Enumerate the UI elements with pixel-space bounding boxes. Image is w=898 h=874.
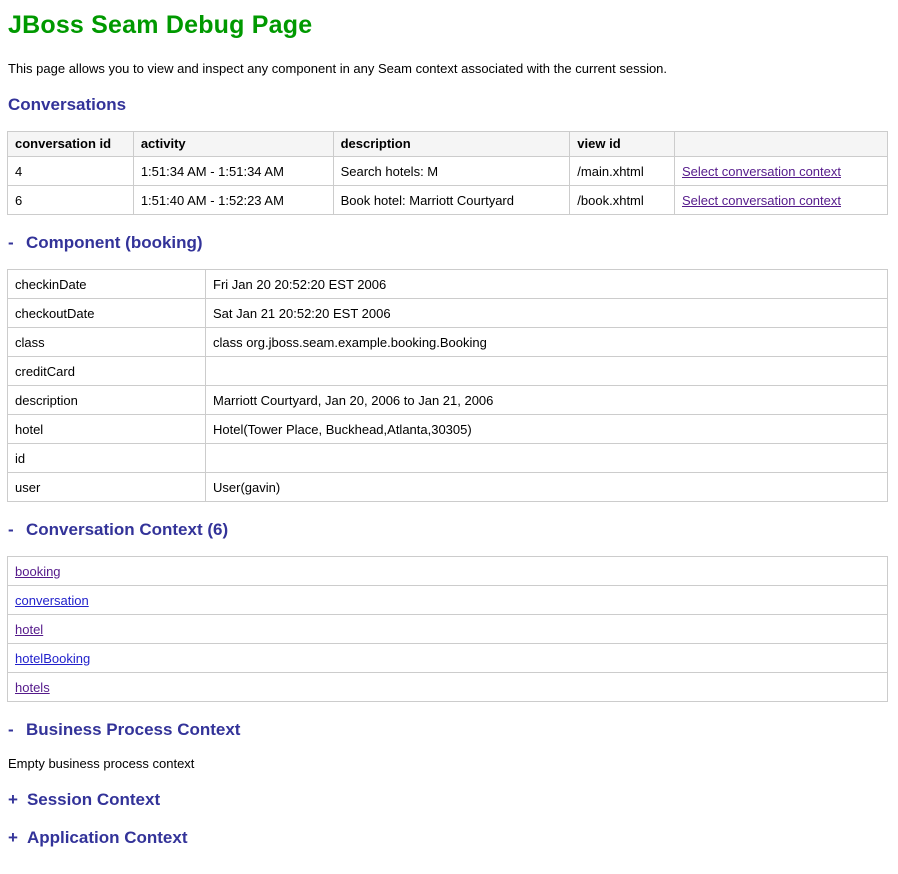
property-value-cell	[206, 444, 888, 473]
description-cell: Search hotels: M	[333, 157, 570, 186]
business-process-context-heading-label[interactable]: Business Process Context	[26, 720, 240, 739]
property-row: description Marriott Courtyard, Jan 20, …	[8, 386, 888, 415]
property-value-cell: Sat Jan 21 20:52:20 EST 2006	[206, 299, 888, 328]
context-entry-cell: hotelBooking	[8, 644, 888, 673]
property-name-cell: id	[8, 444, 206, 473]
context-entry-cell: conversation	[8, 586, 888, 615]
column-header-action	[675, 132, 888, 157]
page-title: JBoss Seam Debug Page	[8, 11, 888, 40]
business-process-context-heading[interactable]: -Business Process Context	[8, 720, 888, 740]
component-booking-heading-label[interactable]: Component (booking)	[26, 233, 203, 252]
property-value-cell: Marriott Courtyard, Jan 20, 2006 to Jan …	[206, 386, 888, 415]
column-header-conversation-id: conversation id	[8, 132, 134, 157]
activity-cell: 1:51:34 AM - 1:51:34 AM	[133, 157, 333, 186]
expand-toggle-icon[interactable]: +	[8, 828, 18, 848]
context-entry-link-booking[interactable]: booking	[15, 564, 61, 579]
context-entry-row: conversation	[8, 586, 888, 615]
property-name-cell: checkinDate	[8, 270, 206, 299]
action-cell: Select conversation context	[675, 186, 888, 215]
component-booking-heading[interactable]: -Component (booking)	[8, 233, 888, 253]
expand-toggle-icon[interactable]: +	[8, 790, 18, 810]
context-entry-row: hotelBooking	[8, 644, 888, 673]
context-entry-row: hotel	[8, 615, 888, 644]
conversation-context-heading[interactable]: -Conversation Context (6)	[8, 520, 888, 540]
property-value-cell	[206, 357, 888, 386]
conversations-heading: Conversations	[8, 95, 888, 115]
property-value-cell: User(gavin)	[206, 473, 888, 502]
column-header-activity: activity	[133, 132, 333, 157]
conversations-table: conversation id activity description vie…	[7, 131, 888, 215]
context-entry-link-conversation[interactable]: conversation	[15, 593, 89, 608]
context-entry-row: hotels	[8, 673, 888, 702]
property-row: checkoutDate Sat Jan 21 20:52:20 EST 200…	[8, 299, 888, 328]
context-entry-row: booking	[8, 557, 888, 586]
property-name-cell: class	[8, 328, 206, 357]
conversation-id-cell: 4	[8, 157, 134, 186]
page-description: This page allows you to view and inspect…	[8, 61, 888, 76]
activity-cell: 1:51:40 AM - 1:52:23 AM	[133, 186, 333, 215]
action-cell: Select conversation context	[675, 157, 888, 186]
context-entry-cell: hotels	[8, 673, 888, 702]
application-context-heading[interactable]: + Application Context	[8, 828, 888, 848]
column-header-description: description	[333, 132, 570, 157]
select-conversation-context-link[interactable]: Select conversation context	[682, 164, 841, 179]
column-header-view-id: view id	[570, 132, 675, 157]
property-value-cell: Hotel(Tower Place, Buckhead,Atlanta,3030…	[206, 415, 888, 444]
conversation-context-table: booking conversation hotel hotelBooking …	[7, 556, 888, 702]
context-entry-cell: hotel	[8, 615, 888, 644]
property-row: creditCard	[8, 357, 888, 386]
context-entry-link-hotels[interactable]: hotels	[15, 680, 50, 695]
context-entry-link-hotel[interactable]: hotel	[15, 622, 43, 637]
view-id-cell: /main.xhtml	[570, 157, 675, 186]
business-process-empty-message: Empty business process context	[8, 756, 888, 771]
collapse-toggle-icon[interactable]: -	[8, 720, 17, 740]
session-context-heading[interactable]: + Session Context	[8, 790, 888, 810]
property-row: user User(gavin)	[8, 473, 888, 502]
property-value-cell: class org.jboss.seam.example.booking.Boo…	[206, 328, 888, 357]
application-context-heading-label[interactable]: Application Context	[27, 828, 188, 847]
description-cell: Book hotel: Marriott Courtyard	[333, 186, 570, 215]
conversation-row: 4 1:51:34 AM - 1:51:34 AM Search hotels:…	[8, 157, 888, 186]
conversation-context-heading-label[interactable]: Conversation Context (6)	[26, 520, 228, 539]
property-name-cell: description	[8, 386, 206, 415]
collapse-toggle-icon[interactable]: -	[8, 520, 17, 540]
select-conversation-context-link[interactable]: Select conversation context	[682, 193, 841, 208]
property-name-cell: creditCard	[8, 357, 206, 386]
property-row: checkinDate Fri Jan 20 20:52:20 EST 2006	[8, 270, 888, 299]
property-name-cell: checkoutDate	[8, 299, 206, 328]
conversation-id-cell: 6	[8, 186, 134, 215]
property-name-cell: hotel	[8, 415, 206, 444]
context-entry-cell: booking	[8, 557, 888, 586]
property-row: class class org.jboss.seam.example.booki…	[8, 328, 888, 357]
property-row: id	[8, 444, 888, 473]
view-id-cell: /book.xhtml	[570, 186, 675, 215]
property-value-cell: Fri Jan 20 20:52:20 EST 2006	[206, 270, 888, 299]
component-properties-table: checkinDate Fri Jan 20 20:52:20 EST 2006…	[7, 269, 888, 502]
session-context-heading-label[interactable]: Session Context	[27, 790, 160, 809]
property-name-cell: user	[8, 473, 206, 502]
property-row: hotel Hotel(Tower Place, Buckhead,Atlant…	[8, 415, 888, 444]
collapse-toggle-icon[interactable]: -	[8, 233, 17, 253]
conversation-row: 6 1:51:40 AM - 1:52:23 AM Book hotel: Ma…	[8, 186, 888, 215]
conversations-header-row: conversation id activity description vie…	[8, 132, 888, 157]
context-entry-link-hotelbooking[interactable]: hotelBooking	[15, 651, 90, 666]
